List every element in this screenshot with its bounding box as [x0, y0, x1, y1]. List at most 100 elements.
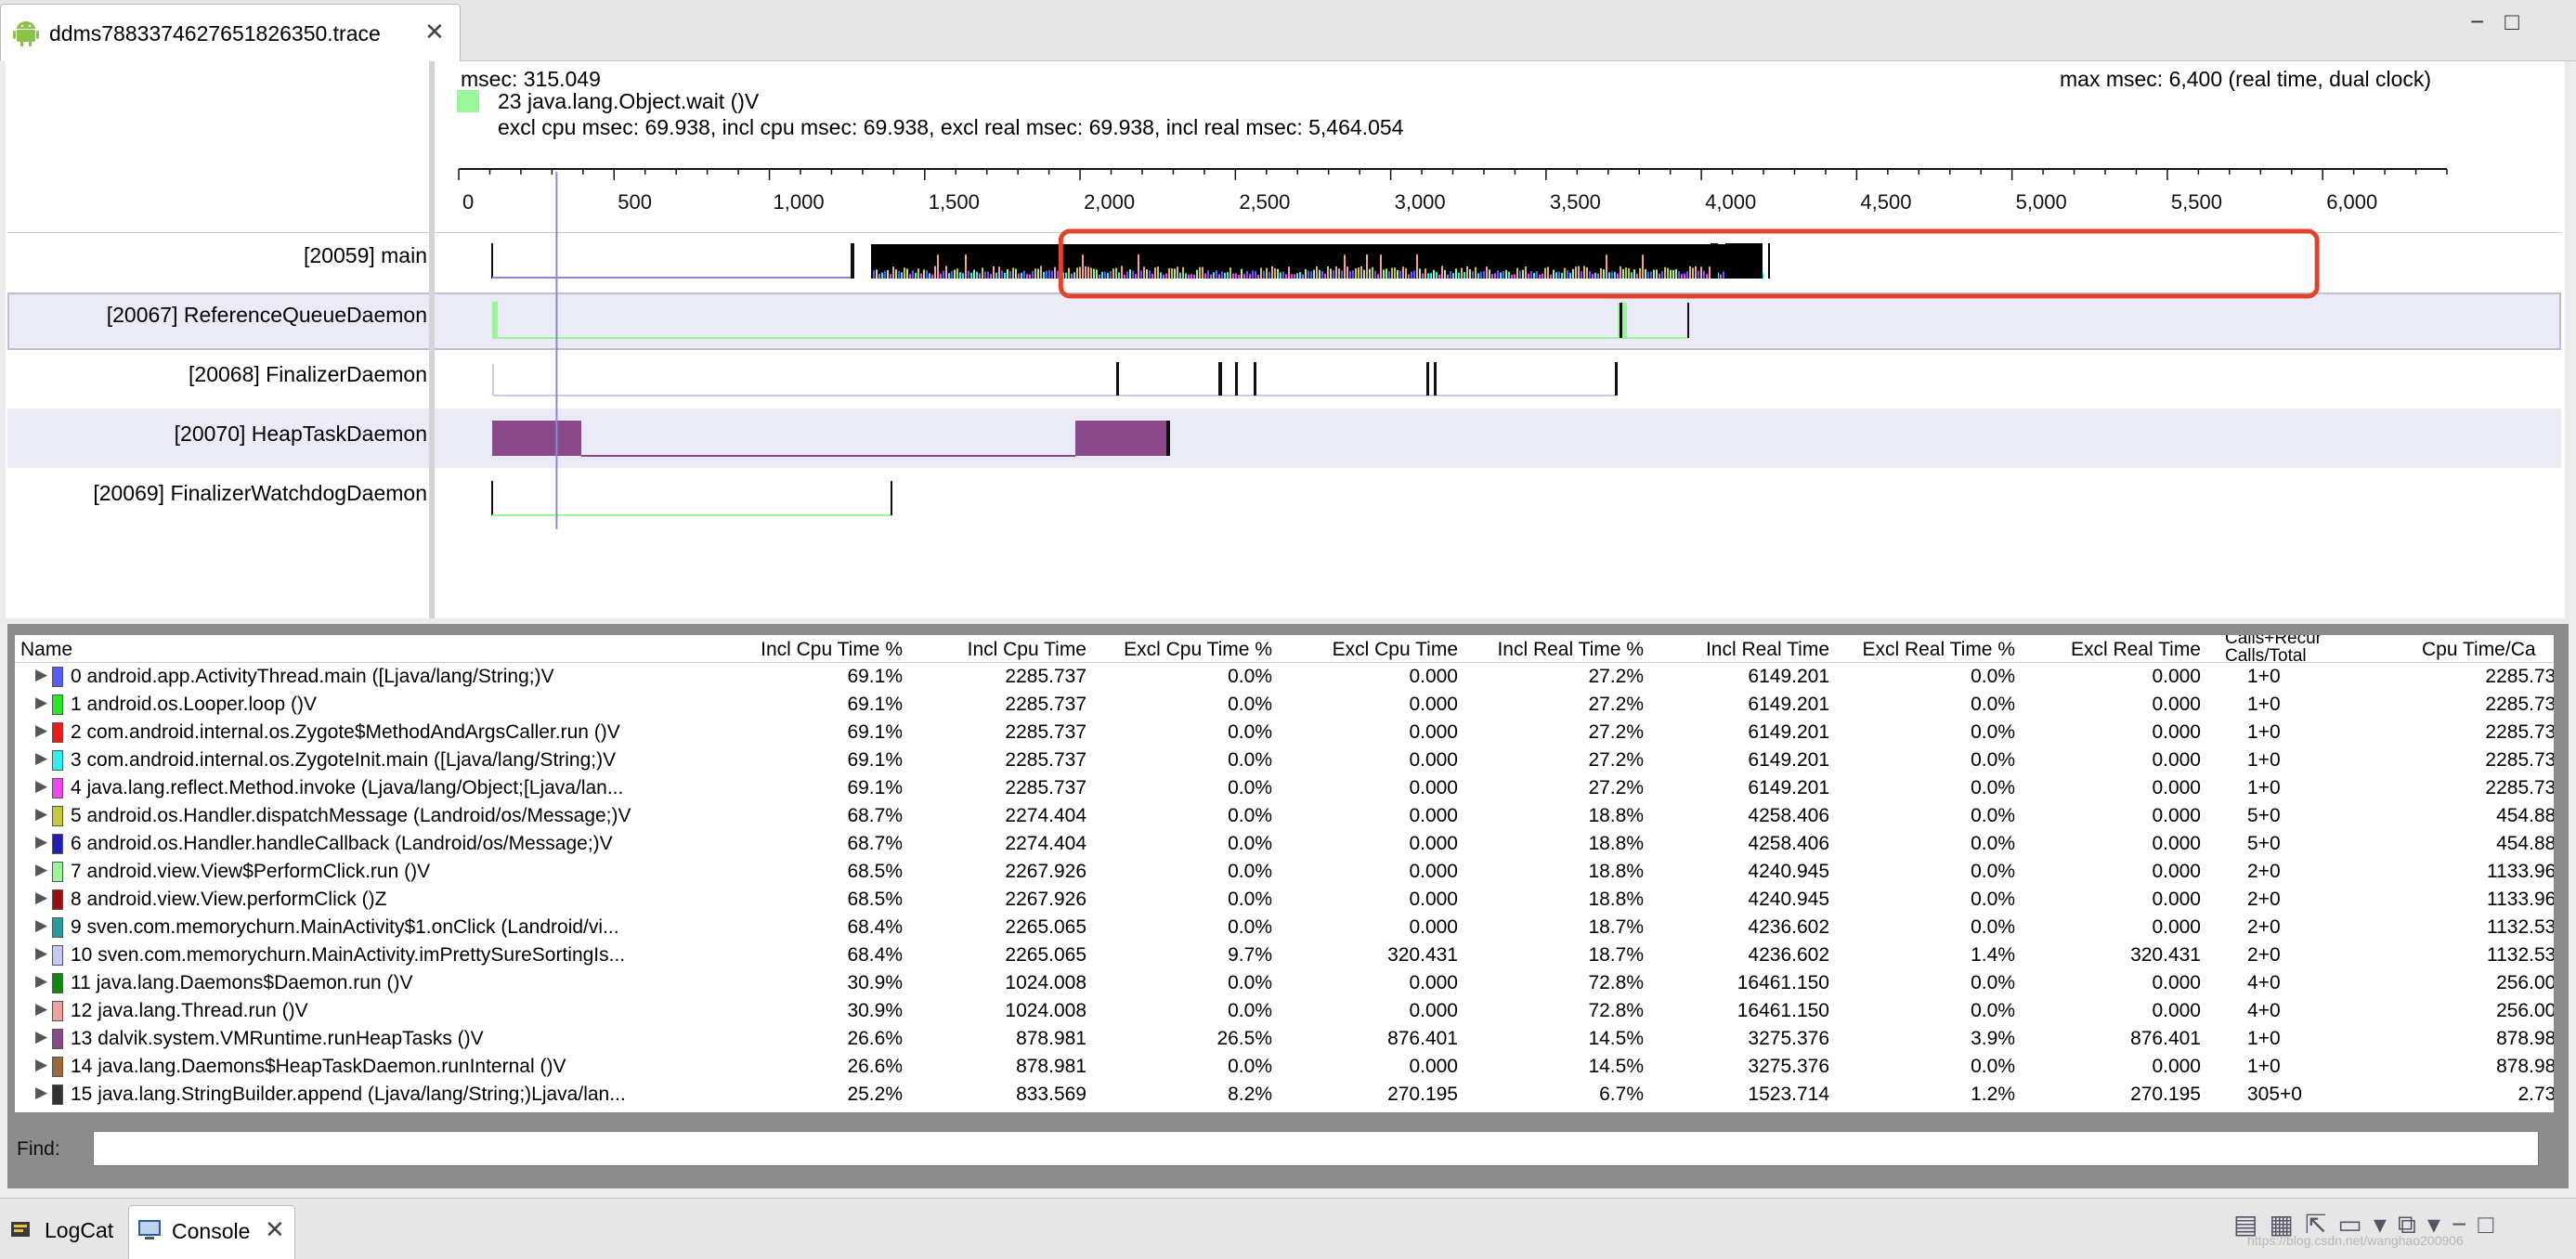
- cell: 0.0%: [1228, 861, 1272, 882]
- col-excl-cpu-pct[interactable]: Excl Cpu Time %: [1124, 639, 1272, 661]
- cell: 4240.945: [1748, 861, 1829, 882]
- cell: 2285.737: [2485, 749, 2554, 771]
- expand-arrow-icon[interactable]: ▶: [35, 861, 47, 879]
- cell: 320.431: [1387, 944, 1458, 966]
- expand-arrow-icon[interactable]: ▶: [35, 1000, 47, 1019]
- profile-table[interactable]: Name Incl Cpu Time % Incl Cpu Time Excl …: [15, 635, 2554, 1112]
- cell: 0.000: [1409, 833, 1458, 854]
- timeline-tick-label: 3,000: [1395, 190, 1446, 214]
- cell: 4258.406: [1748, 805, 1829, 826]
- timeline-tick-label: 4,500: [1860, 190, 1911, 214]
- expand-arrow-icon[interactable]: ▶: [35, 749, 47, 768]
- cell: 30.9%: [847, 972, 903, 993]
- table-row[interactable]: ▶ 13 dalvik.system.VMRuntime.runHeapTasks…: [15, 1025, 2554, 1053]
- method-name: 15 java.lang.StringBuilder.append (Ljava…: [71, 1084, 626, 1105]
- expand-arrow-icon[interactable]: ▶: [35, 1056, 47, 1074]
- cell: 26.5%: [1216, 1028, 1272, 1049]
- expand-arrow-icon[interactable]: ▶: [35, 889, 47, 907]
- timeline-tick-label: 500: [618, 190, 652, 214]
- table-row[interactable]: ▶ 9 sven.com.memorychurn.MainActivity$1.o…: [15, 914, 2554, 941]
- table-row[interactable]: ▶ 12 java.lang.Thread.run ()V 30.9% 1024.00…: [15, 997, 2554, 1025]
- col-incl-real[interactable]: Incl Real Time: [1706, 639, 1829, 661]
- table-row[interactable]: ▶ 0 android.app.ActivityThread.main ([Lja…: [15, 663, 2554, 691]
- tab-console[interactable]: Console ✕: [128, 1205, 295, 1259]
- cell: 878.981: [1016, 1028, 1086, 1049]
- table-row[interactable]: ▶ 7 android.view.View$PerformClick.run ()…: [15, 858, 2554, 886]
- close-icon[interactable]: ✕: [265, 1215, 285, 1244]
- cell: 0.0%: [1228, 972, 1272, 993]
- col-name[interactable]: Name: [20, 639, 72, 661]
- cell: 0.000: [2152, 972, 2201, 993]
- cell: 2.733: [2517, 1084, 2554, 1105]
- cell: 69.1%: [847, 666, 903, 687]
- col-incl-cpu[interactable]: Incl Cpu Time: [968, 639, 1086, 661]
- expand-arrow-icon[interactable]: ▶: [35, 777, 47, 796]
- cell: 1133.963: [2486, 889, 2554, 910]
- expand-arrow-icon[interactable]: ▶: [35, 805, 47, 824]
- cell: 69.1%: [847, 777, 903, 798]
- col-calls[interactable]: Calls+Recur Calls/Total: [2225, 635, 2355, 665]
- method-name: 6 android.os.Handler.handleCallback (Lan…: [71, 833, 613, 854]
- cell: 8.2%: [1228, 1084, 1272, 1105]
- expand-arrow-icon[interactable]: ▶: [35, 666, 47, 684]
- cell: 18.8%: [1588, 889, 1644, 910]
- cell: 18.8%: [1588, 861, 1644, 882]
- table-row[interactable]: ▶ 3 com.android.internal.os.ZygoteInit.ma…: [15, 746, 2554, 774]
- col-excl-real[interactable]: Excl Real Time: [2071, 639, 2201, 661]
- col-incl-cpu-pct[interactable]: Incl Cpu Time %: [761, 639, 903, 661]
- cell: 0.000: [2152, 666, 2201, 687]
- maximize-icon[interactable]: □: [2478, 1210, 2504, 1239]
- expand-arrow-icon[interactable]: ▶: [35, 944, 47, 963]
- table-row[interactable]: ▶ 1 android.os.Looper.loop ()V 69.1% 2285.7…: [15, 691, 2554, 719]
- expand-arrow-icon[interactable]: ▶: [35, 833, 47, 851]
- tab-logcat[interactable]: LogCat: [4, 1207, 126, 1257]
- cell: 68.5%: [847, 889, 903, 910]
- expand-arrow-icon[interactable]: ▶: [35, 694, 47, 712]
- cell: 2285.737: [1005, 777, 1086, 798]
- table-row[interactable]: ▶ 11 java.lang.Daemons$Daemon.run ()V 30.9…: [15, 969, 2554, 997]
- cell: 1024.008: [1005, 972, 1086, 993]
- method-name: 3 com.android.internal.os.ZygoteInit.mai…: [71, 749, 617, 771]
- cell: 2265.065: [1005, 944, 1086, 966]
- col-cpu-per-call[interactable]: Cpu Time/Ca: [2422, 639, 2536, 661]
- cell: 0.000: [2152, 805, 2201, 826]
- expand-arrow-icon[interactable]: ▶: [35, 972, 47, 991]
- cell: 68.5%: [847, 861, 903, 882]
- table-row[interactable]: ▶ 15 java.lang.StringBuilder.append (Ljav…: [15, 1081, 2554, 1109]
- cell: 0.000: [1409, 694, 1458, 715]
- col-incl-real-pct[interactable]: Incl Real Time %: [1497, 639, 1644, 661]
- table-row[interactable]: ▶ 5 android.os.Handler.dispatchMessage (L…: [15, 802, 2554, 830]
- table-row[interactable]: ▶ 4 java.lang.reflect.Method.invoke (Ljav…: [15, 774, 2554, 802]
- method-name: 8 android.view.View.performClick ()Z: [71, 889, 387, 910]
- cell: 69.1%: [847, 749, 903, 771]
- cell: 2+0: [2247, 889, 2281, 910]
- cell: 0.0%: [1228, 1056, 1272, 1077]
- expand-arrow-icon[interactable]: ▶: [35, 1084, 47, 1102]
- expand-arrow-icon[interactable]: ▶: [35, 1028, 47, 1046]
- method-color-swatch: [52, 1084, 63, 1105]
- col-excl-cpu[interactable]: Excl Cpu Time: [1333, 639, 1458, 661]
- cell: 0.0%: [1971, 889, 2015, 910]
- method-name: 10 sven.com.memorychurn.MainActivity.imP…: [71, 944, 626, 966]
- table-row[interactable]: ▶ 14 java.lang.Daemons$HeapTaskDaemon.run…: [15, 1053, 2554, 1081]
- expand-arrow-icon[interactable]: ▶: [35, 916, 47, 935]
- col-excl-real-pct[interactable]: Excl Real Time %: [1862, 639, 2015, 661]
- table-row[interactable]: ▶ 10 sven.com.memorychurn.MainActivity.im…: [15, 941, 2554, 969]
- cell: 270.195: [1387, 1084, 1458, 1105]
- cell: 2285.737: [2485, 721, 2554, 743]
- find-input[interactable]: [93, 1131, 2539, 1166]
- cell: 14.5%: [1588, 1028, 1644, 1049]
- cell: 454.881: [2496, 833, 2554, 854]
- cell: 5+0: [2247, 833, 2281, 854]
- find-label: Find:: [17, 1138, 60, 1160]
- timeline-canvas[interactable]: 0 500 1,000 1,500 2,000 2,500 3,000 3,500 4,000 4…: [0, 0, 2576, 631]
- cell: 0.000: [2152, 777, 2201, 798]
- cell: 68.4%: [847, 916, 903, 938]
- expand-arrow-icon[interactable]: ▶: [35, 721, 47, 740]
- table-row[interactable]: ▶ 2 com.android.internal.os.Zygote$Method…: [15, 719, 2554, 746]
- table-row[interactable]: ▶ 6 android.os.Handler.handleCallback (La…: [15, 830, 2554, 858]
- cell: 0.000: [1409, 666, 1458, 687]
- cell: 4236.602: [1748, 916, 1829, 938]
- table-row[interactable]: ▶ 8 android.view.View.performClick ()Z 68.…: [15, 886, 2554, 914]
- cell: 0.000: [1409, 721, 1458, 743]
